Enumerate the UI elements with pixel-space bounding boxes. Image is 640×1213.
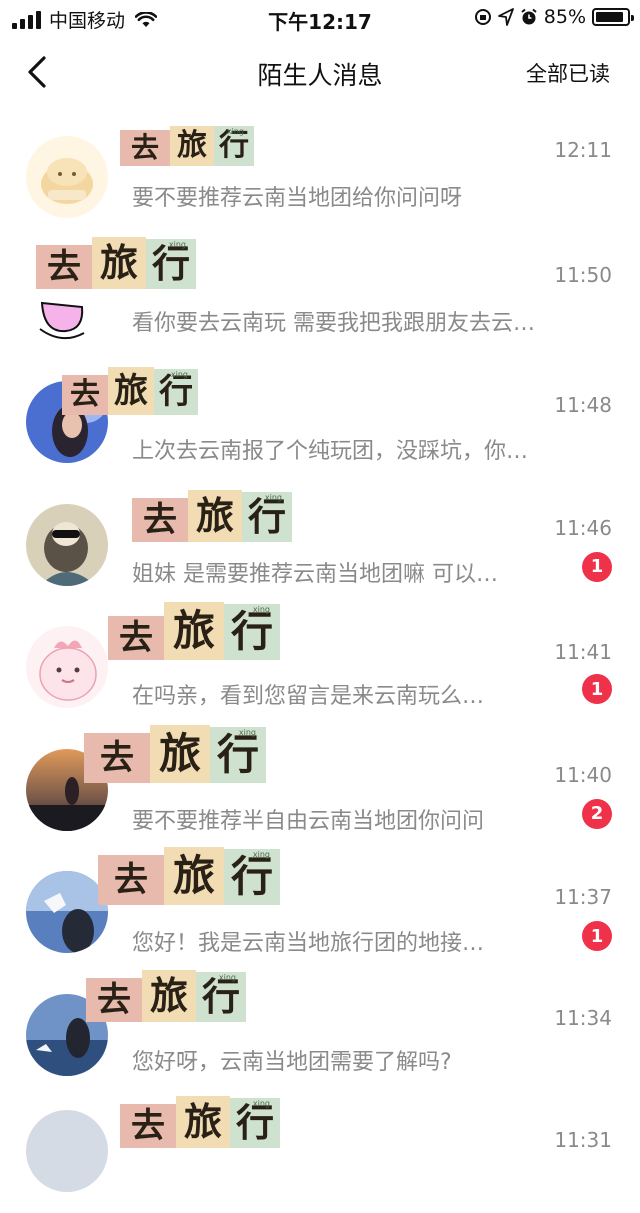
name-glyph: 行 xing [146, 238, 196, 289]
battery-percent: 85% [543, 6, 586, 28]
name-glyph: 行 xing [210, 726, 266, 783]
contact-name: 去 旅 行 xing [84, 724, 266, 783]
contact-name: 去 旅 行 xing [62, 367, 198, 415]
name-glyph: 去 [62, 375, 108, 415]
name-glyph: 去 [86, 977, 142, 1022]
avatar [26, 136, 108, 218]
message-preview: 看你要去云南玩 需要我把我跟朋友去云… [132, 310, 535, 336]
conversation-row[interactable]: 去 旅 行 xing 11:37 您好！我是云南当地旅行团的地接… 1 [0, 845, 640, 968]
battery-icon [592, 8, 634, 26]
contact-name: 去 旅 行 xing [120, 1096, 280, 1148]
message-time: 12:11 [554, 138, 612, 162]
conversation-row[interactable]: 去 旅 行 xing 11:40 要不要推荐半自由云南当地团你问问 2 [0, 723, 640, 846]
message-preview: 您好！我是云南当地旅行团的地接… [132, 931, 485, 956]
name-glyph: 去 [132, 497, 188, 542]
name-glyph: 旅 [108, 367, 154, 415]
contact-name: 去 旅 行 xing [120, 126, 254, 166]
name-glyph: 去 [108, 616, 164, 660]
contact-name: 去 旅 行 xing [86, 969, 246, 1022]
name-glyph: 行 xing [224, 604, 280, 660]
avatar [26, 626, 108, 708]
avatar [26, 1110, 108, 1192]
nav-bar: 陌生人消息 全部已读 [0, 36, 640, 108]
name-glyph: 行 xing [154, 369, 198, 415]
name-glyph: 行 xing [242, 491, 292, 542]
name-glyph: 去 [98, 855, 164, 905]
name-glyph: 旅 [92, 236, 146, 289]
name-glyph: 旅 [188, 489, 242, 542]
name-glyph: 行 xing [230, 1098, 280, 1148]
conversation-row[interactable]: 去 旅 行 xing 11:46 姐妹 是需要推荐云南当地团嘛 可以… 1 [0, 478, 640, 601]
conversation-row[interactable]: 去 旅 行 xing 11:34 您好呀，云南当地团需要了解吗? [0, 968, 640, 1091]
message-time: 11:46 [554, 515, 612, 540]
status-bar: 中国移动 下午12:17 85% [0, 0, 640, 36]
name-glyph: 旅 [150, 724, 210, 783]
conversation-row[interactable]: 去 旅 行 xing 11:41 在吗亲，看到您留言是来云南玩么… 1 [0, 600, 640, 723]
conversation-list: 去 旅 行 xing 12:11 要不要推荐云南当地团给你问问呀 去 旅 行 xin… [0, 110, 640, 1213]
alarm-icon [521, 8, 537, 25]
name-glyph: 去 [36, 244, 92, 289]
message-preview: 您好呀，云南当地团需要了解吗? [132, 1049, 452, 1075]
avatar [26, 871, 108, 953]
name-glyph: 行 xing [214, 126, 254, 166]
message-time: 11:40 [554, 762, 612, 787]
unread-badge: 2 [582, 798, 612, 829]
message-time: 11:50 [554, 262, 612, 287]
name-glyph: 行 xing [196, 971, 246, 1022]
message-preview: 在吗亲，看到您留言是来云南玩么… [132, 684, 485, 709]
message-preview: 要不要推荐半自由云南当地团你问问 [132, 808, 485, 834]
unread-badge: 1 [582, 921, 612, 951]
name-glyph: 去 [120, 1104, 176, 1148]
conversation-row[interactable]: 去 旅 行 xing 11:48 上次去云南报了个纯玩团，没踩坑，你… [0, 355, 640, 478]
message-preview: 上次去云南报了个纯玩团，没踩坑，你… [132, 439, 529, 464]
contact-name: 去 旅 行 xing [132, 489, 292, 542]
message-time: 11:48 [554, 393, 612, 417]
name-glyph: 旅 [142, 969, 196, 1022]
message-time: 11:41 [554, 640, 612, 664]
unread-badge: 1 [582, 674, 612, 704]
name-glyph: 旅 [164, 847, 224, 905]
name-glyph: 行 xing [224, 849, 280, 905]
name-glyph: 去 [120, 130, 170, 166]
contact-name: 去 旅 行 xing [108, 602, 280, 660]
message-time: 11:37 [554, 885, 612, 909]
name-glyph: 旅 [170, 126, 214, 166]
conversation-row[interactable]: 去 旅 行 xing 11:31 [0, 1090, 640, 1213]
avatar [26, 503, 108, 586]
orientation-lock-icon [474, 9, 491, 25]
unread-badge: 1 [582, 551, 612, 582]
name-glyph: 去 [84, 732, 150, 783]
conversation-row[interactable]: 去 旅 行 xing 12:11 要不要推荐云南当地团给你问问呀 [0, 110, 640, 233]
contact-name: 去 旅 行 xing [36, 236, 196, 289]
message-preview: 要不要推荐云南当地团给你问问呀 [132, 186, 463, 211]
name-glyph: 旅 [164, 602, 224, 660]
message-time: 11:34 [554, 1005, 612, 1030]
mark-all-read-button[interactable]: 全部已读 [526, 58, 610, 88]
contact-name: 去 旅 行 xing [98, 847, 280, 905]
name-glyph: 旅 [176, 1096, 230, 1148]
location-arrow-icon [497, 8, 514, 26]
conversation-row[interactable]: 去 旅 行 xing 11:50 看你要去云南玩 需要我把我跟朋友去云… [0, 233, 640, 356]
message-preview: 姐妹 是需要推荐云南当地团嘛 可以… [132, 561, 498, 587]
message-time: 11:31 [554, 1128, 612, 1152]
